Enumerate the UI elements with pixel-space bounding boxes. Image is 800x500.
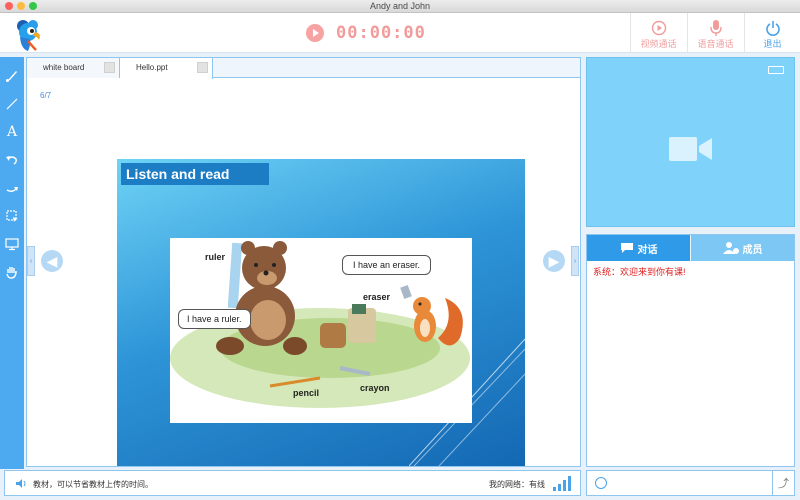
app-window: Andy and John 00:00:00 视频通话 语音通话 退出 A wh… <box>0 0 800 500</box>
courseware-panel: white board Hello.ppt 6/7 ‹ ◀ ▶ › Listen… <box>26 57 581 467</box>
right-collapse-handle[interactable]: › <box>571 246 579 276</box>
slide-illustration: ruler eraser pencil crayon I have a rule… <box>170 238 472 423</box>
tab-whiteboard[interactable]: white board <box>27 58 120 78</box>
previous-page-button[interactable]: ◀ <box>41 250 63 272</box>
video-camera-icon <box>669 137 712 161</box>
undo-icon <box>6 156 17 165</box>
label-eraser: eraser <box>363 292 391 302</box>
redo-icon <box>6 187 18 192</box>
session-timer: 00:00:00 <box>306 21 426 45</box>
hand-icon <box>6 267 17 279</box>
tab-label: white board <box>43 63 85 72</box>
title-bar: Andy and John <box>0 0 800 13</box>
close-tab-button[interactable] <box>197 62 208 73</box>
tab-members-label: 成员 <box>742 244 763 256</box>
document-tabs: white board Hello.ppt <box>27 58 580 79</box>
tab-chat[interactable]: 对话 <box>587 235 690 261</box>
record-icon[interactable] <box>306 24 324 42</box>
arrow-right-icon: ▶ <box>548 252 560 269</box>
monitor-icon <box>5 238 19 251</box>
voice-call-button[interactable]: 语音通话 <box>687 13 743 53</box>
window-toggle-icon[interactable] <box>768 66 784 74</box>
brush-tool[interactable] <box>3 67 21 85</box>
drawing-toolbar: A <box>0 57 24 469</box>
screen-tool[interactable] <box>3 235 21 253</box>
text-tool[interactable]: A <box>3 123 21 141</box>
select-box-icon <box>6 210 18 222</box>
tab-label: Hello.ppt <box>136 63 168 72</box>
arrow-left-icon: ◀ <box>46 252 58 269</box>
signal-strength-icon <box>553 476 571 491</box>
text-icon: A <box>6 124 18 140</box>
redo-tool[interactable] <box>3 179 21 197</box>
label-crayon: crayon <box>360 383 390 393</box>
emoji-icon[interactable] <box>595 477 607 489</box>
next-page-button[interactable]: ▶ <box>543 250 565 272</box>
close-tab-button[interactable] <box>104 62 115 73</box>
line-icon <box>6 98 18 110</box>
label-ruler: ruler <box>205 252 226 262</box>
video-call-button[interactable]: 视频通话 <box>630 13 686 53</box>
members-icon <box>722 242 739 254</box>
power-icon <box>765 21 780 36</box>
send-button[interactable]: ⤴ <box>772 471 794 495</box>
label-pencil: pencil <box>293 388 320 398</box>
chat-panel: 对话 成员 系统：欢迎来到你有课! <box>586 234 795 467</box>
voice-call-label: 语音通话 <box>697 39 734 49</box>
undo-tool[interactable] <box>3 151 21 169</box>
video-call-label: 视频通话 <box>640 39 677 49</box>
line-tool[interactable] <box>3 95 21 113</box>
select-tool[interactable] <box>3 207 21 225</box>
chat-tabs: 对话 成员 <box>587 235 794 261</box>
page-indicator: 6/7 <box>40 91 52 100</box>
microphone-icon <box>709 20 722 36</box>
speech-bubble-eraser: I have an eraser. <box>342 255 432 275</box>
timer-text: 00:00:00 <box>336 23 426 43</box>
hand-tool[interactable] <box>3 263 21 281</box>
network-status: 我的网络：有线 <box>489 480 545 489</box>
exit-label: 退出 <box>763 39 782 49</box>
window-title: Andy and John <box>369 1 431 11</box>
app-header: 00:00:00 视频通话 语音通话 退出 <box>0 13 800 53</box>
slide-title: Listen and read <box>121 163 269 185</box>
tab-members[interactable]: 成员 <box>691 235 794 261</box>
video-panel <box>586 57 795 227</box>
exit-button[interactable]: 退出 <box>744 13 800 53</box>
chat-input-bar[interactable]: ⤴ <box>586 470 795 496</box>
status-bar: 教材，可以节省教材上传的时间。 我的网络：有线 <box>4 470 581 496</box>
chat-bubble-icon <box>620 243 633 253</box>
status-message: 教材，可以节省教材上传的时间。 <box>33 480 153 489</box>
system-message: 系统：欢迎来到你有课! <box>593 267 686 277</box>
tab-chat-label: 对话 <box>637 244 658 256</box>
left-collapse-handle[interactable]: ‹ <box>27 246 35 276</box>
slide: Listen and read ruler eraser pencil cray… <box>117 159 525 466</box>
tab-hello-ppt[interactable]: Hello.ppt <box>120 58 213 79</box>
parrot-logo <box>17 20 40 51</box>
speech-bubble-ruler: I have a ruler. <box>178 309 251 329</box>
brush-icon <box>6 71 17 82</box>
video-call-icon <box>651 20 666 36</box>
send-arrow-icon: ⤴ <box>778 478 789 490</box>
speaker-icon <box>16 479 26 488</box>
